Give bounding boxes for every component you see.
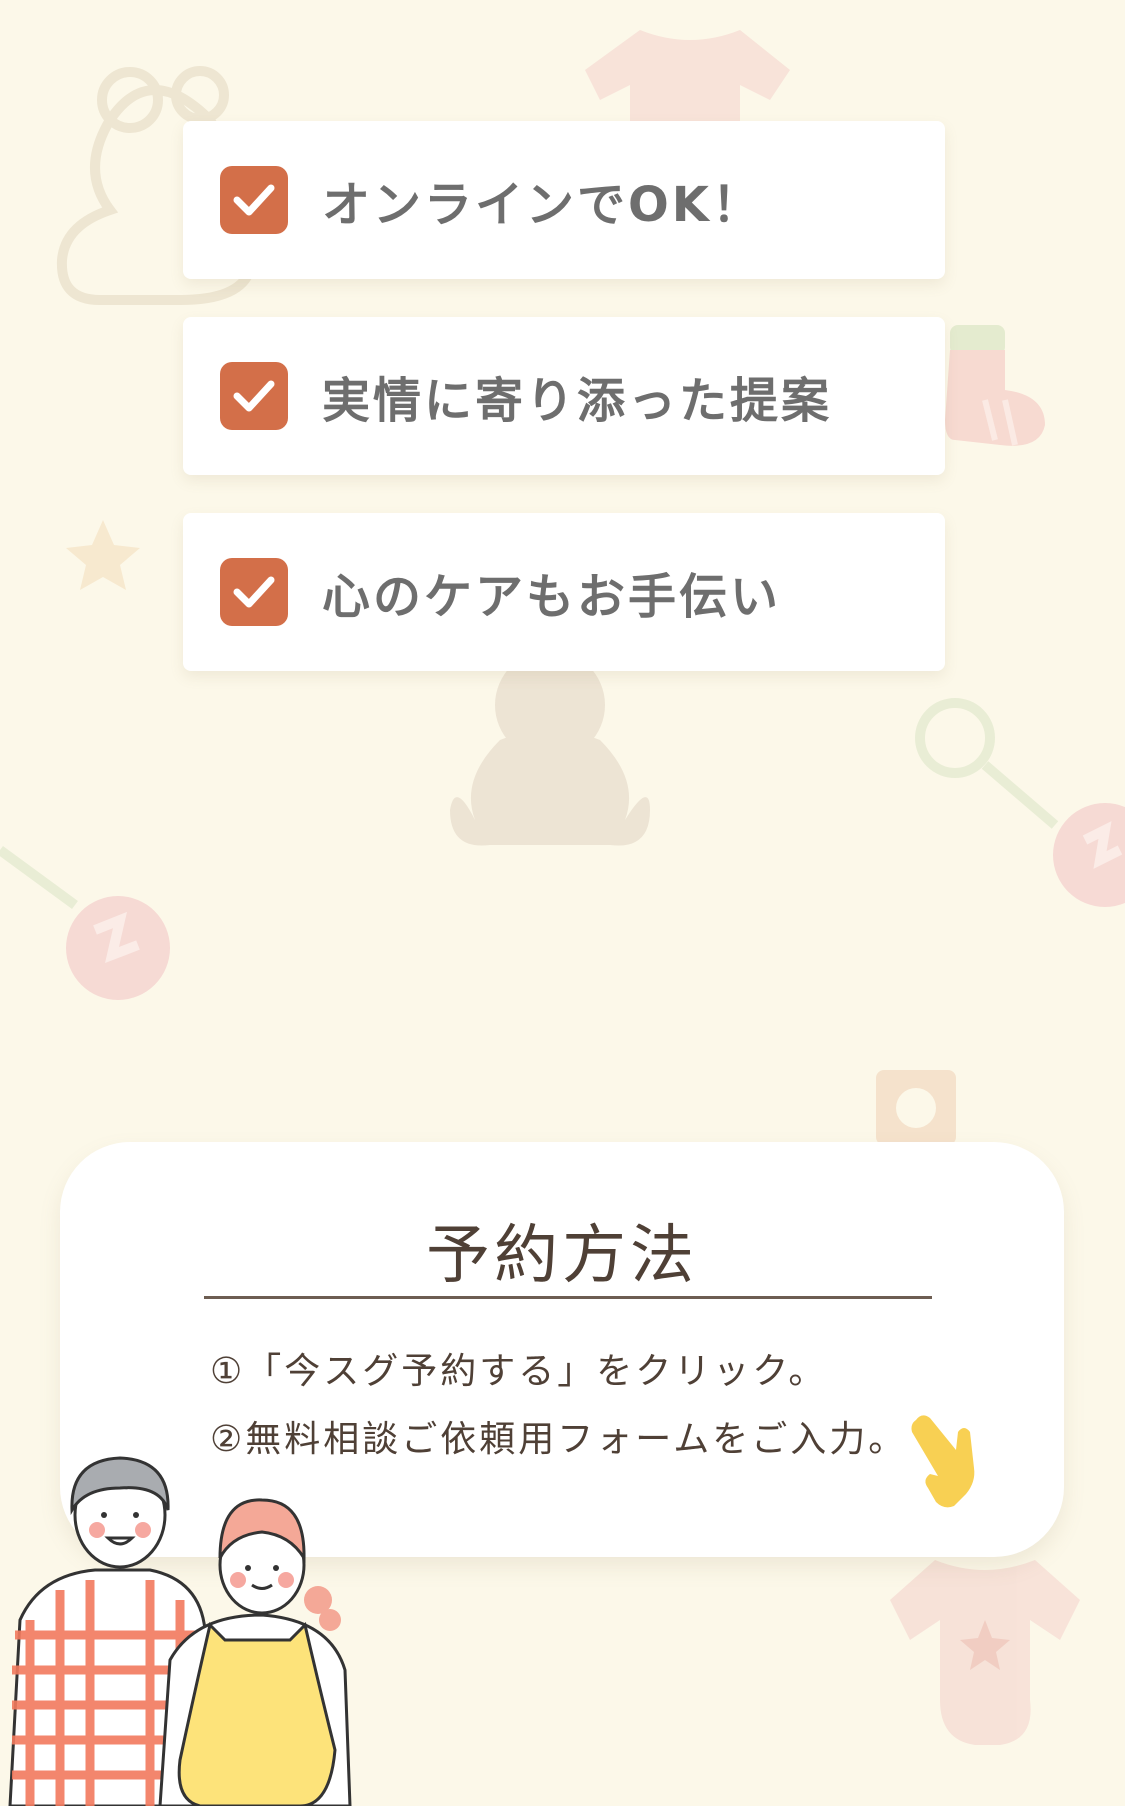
checklist-item-label: オンラインでOK！ (322, 177, 764, 233)
checklist-item-label: 心のケアもお手伝い (322, 569, 782, 625)
rattle-icon (915, 698, 1125, 907)
woman-figure (158, 1498, 352, 1806)
baby-sock-icon (945, 325, 1045, 446)
checkbox-checked-icon (220, 166, 288, 234)
rattle-icon (0, 845, 170, 1000)
baby-onesie-icon (585, 30, 790, 121)
checkbox-checked-icon (220, 558, 288, 626)
couple-illustration (8, 1456, 352, 1806)
teddy-bear-silhouette-icon (450, 650, 650, 846)
star-icon (66, 520, 140, 590)
checklist-item-proposal: 実情に寄り添った提案 (183, 317, 945, 475)
checklist-item-online: オンラインでOK！ (183, 121, 945, 279)
toy-block-icon (876, 1070, 956, 1145)
reservation-title: 予約方法 (426, 1219, 698, 1293)
pointing-hand-icon (911, 1415, 975, 1508)
title-divider (204, 1296, 932, 1299)
feature-checklist: オンラインでOK！ 実情に寄り添った提案 心のケアもお手伝い (183, 121, 945, 671)
checklist-item-care: 心のケアもお手伝い (183, 513, 945, 671)
checkbox-checked-icon (220, 362, 288, 430)
baby-onesie-icon (890, 1560, 1080, 1745)
reservation-step-1: ①「今スグ予約する」をクリック。 (210, 1351, 828, 1392)
checklist-item-label: 実情に寄り添った提案 (322, 373, 833, 429)
